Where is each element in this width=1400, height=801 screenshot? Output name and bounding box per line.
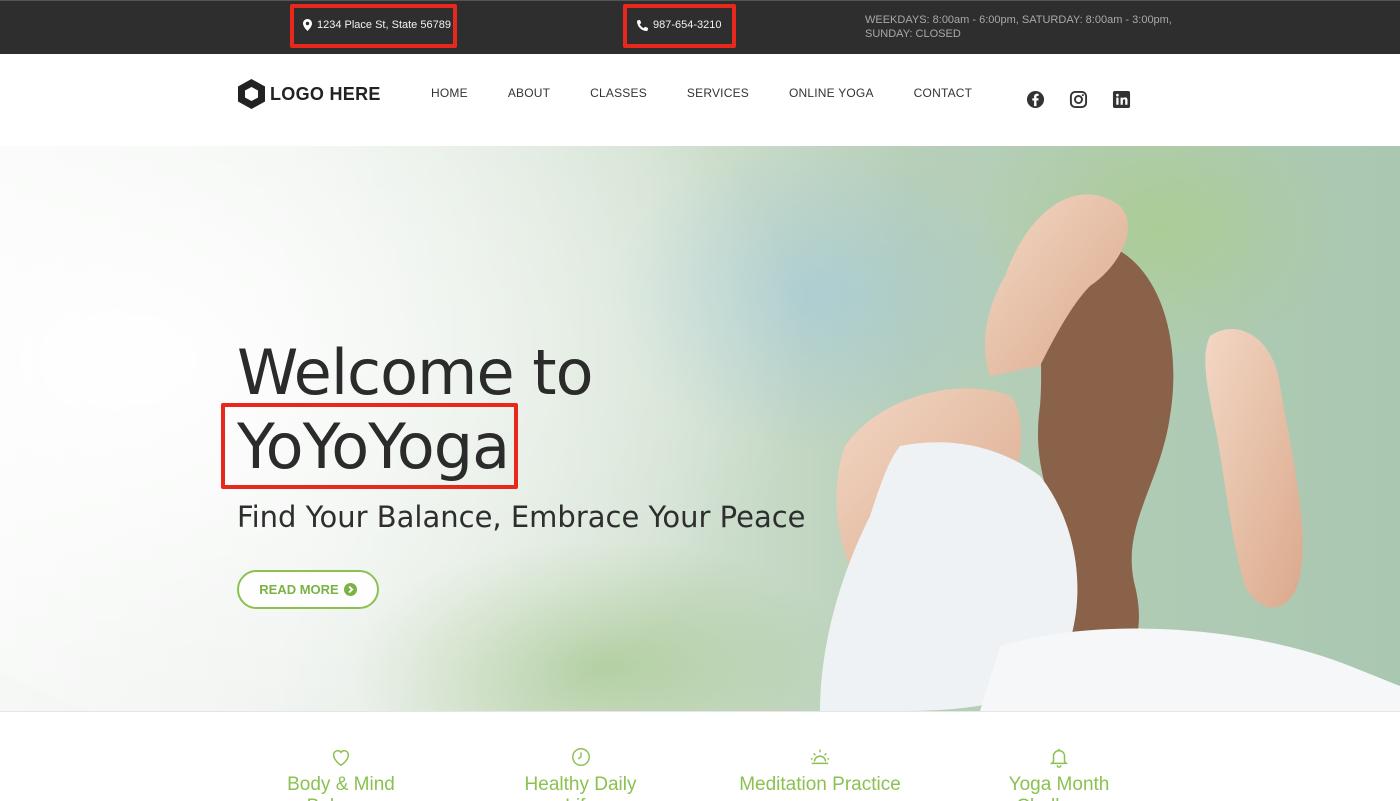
logo[interactable]: LOGO HERE [236, 78, 381, 110]
hero-section: Welcome to YoYoYoga Find Your Balance, E… [0, 146, 1400, 711]
feature-label: Yoga Month Challenge [1008, 774, 1110, 801]
instagram-icon[interactable] [1069, 90, 1088, 109]
hours-weekdays: WEEKDAYS: 8:00am - 6:00pm, SATURDAY: 8:0… [865, 14, 1172, 26]
feature-label: Meditation Practice [739, 774, 901, 795]
social-links [1026, 90, 1131, 109]
feature-healthy-life[interactable]: Healthy Daily Life [508, 746, 653, 801]
nav-services[interactable]: SERVICES [687, 86, 749, 100]
feature-month-challenge[interactable]: Yoga Month Challenge [964, 746, 1154, 801]
read-more-label: READ MORE [259, 582, 339, 597]
hero-subtitle: Find Your Balance, Embrace Your Peace [237, 500, 806, 534]
highlight-box-brand [221, 403, 518, 489]
hexagon-logo-icon [238, 79, 265, 109]
nav-about[interactable]: ABOUT [508, 86, 550, 100]
highlight-box-address [290, 4, 457, 48]
highlight-box-phone [623, 4, 736, 48]
sunrise-icon [810, 749, 830, 765]
features-strip: Body & Mind Balance Healthy Daily Life M… [0, 711, 1400, 801]
site-header: LOGO HERE HOME ABOUT CLASSES SERVICES ON… [0, 54, 1400, 146]
main-nav: HOME ABOUT CLASSES SERVICES ONLINE YOGA … [431, 86, 1012, 100]
feature-label: Body & Mind Balance [287, 774, 395, 801]
feature-label: Healthy Daily Life [524, 774, 637, 801]
clock-icon [571, 748, 590, 766]
linkedin-icon[interactable] [1112, 90, 1131, 109]
nav-classes[interactable]: CLASSES [590, 86, 647, 100]
hero-background-image [0, 146, 1400, 711]
heart-icon [332, 749, 350, 767]
nav-online-yoga[interactable]: ONLINE YOGA [789, 86, 874, 100]
top-info-bar: 1234 Place St, State 56789 987-654-3210 … [0, 0, 1400, 54]
opening-hours: WEEKDAYS: 8:00am - 6:00pm, SATURDAY: 8:0… [865, 13, 1185, 41]
facebook-icon[interactable] [1026, 90, 1045, 109]
chevron-circle-right-icon [343, 583, 357, 596]
nav-contact[interactable]: CONTACT [914, 86, 973, 100]
nav-home[interactable]: HOME [431, 86, 468, 100]
feature-body-mind[interactable]: Body & Mind Balance [252, 746, 430, 801]
feature-meditation[interactable]: Meditation Practice [739, 746, 901, 796]
read-more-button[interactable]: READ MORE [237, 570, 379, 609]
hero-title-line1: Welcome to [237, 336, 594, 409]
bell-icon [1049, 748, 1069, 768]
hours-sunday: SUNDAY: CLOSED [865, 28, 961, 40]
logo-text: LOGO HERE [270, 83, 381, 104]
